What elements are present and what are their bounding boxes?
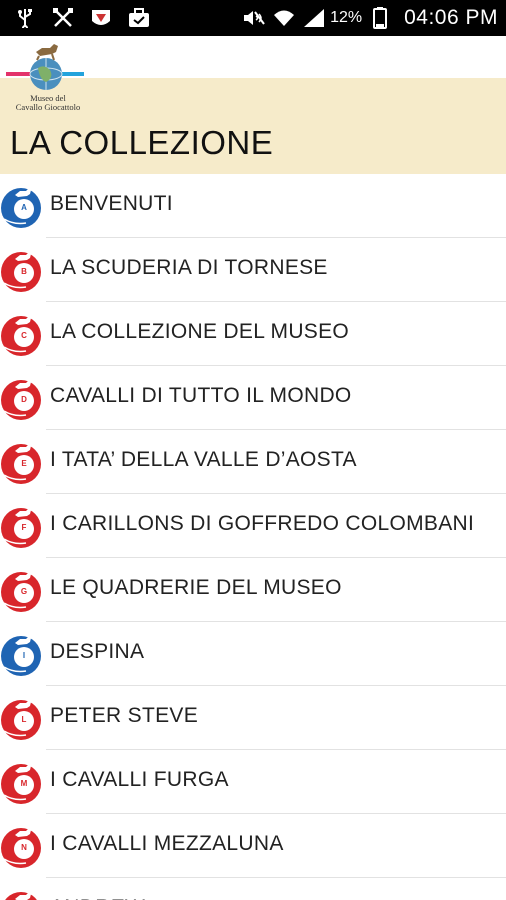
horse-badge-icon: I — [0, 633, 44, 677]
tools-icon — [52, 7, 74, 29]
list-item-label: ANDREW — [50, 896, 145, 900]
horse-badge-icon: O — [0, 889, 44, 900]
badge-letter: M — [20, 779, 28, 788]
horse-badge-icon: C — [0, 313, 44, 357]
badge-letter: E — [21, 459, 27, 468]
briefcase-icon — [128, 7, 150, 29]
list-item[interactable]: D CAVALLI DI TUTTO IL MONDO — [0, 366, 506, 430]
list-item[interactable]: L PETER STEVE — [0, 686, 506, 750]
badge-letter: D — [21, 395, 27, 404]
list-item[interactable]: F I CARILLONS DI GOFFREDO COLOMBANI — [0, 494, 506, 558]
usb-icon — [14, 7, 36, 29]
list-item[interactable]: B LA SCUDERIA DI TORNESE — [0, 238, 506, 302]
status-bar-left — [14, 7, 166, 29]
list-item[interactable]: E I TATA’ DELLA VALLE D’AOSTA — [0, 430, 506, 494]
battery-icon — [368, 7, 392, 29]
list-item[interactable]: M I CAVALLI FURGA — [0, 750, 506, 814]
app-icon — [90, 7, 112, 29]
badge-letter: I — [22, 651, 26, 660]
app-header: Museo del Cavallo Giocattolo — [0, 36, 506, 116]
list-item[interactable]: G LE QUADRERIE DEL MUSEO — [0, 558, 506, 622]
list-item-label: LA SCUDERIA DI TORNESE — [50, 256, 328, 279]
list-item-label: I TATA’ DELLA VALLE D’AOSTA — [50, 448, 357, 471]
horse-badge-icon: E — [0, 441, 44, 485]
badge-letter: C — [21, 331, 27, 340]
horse-badge-icon: L — [0, 697, 44, 741]
horse-badge-icon: A — [0, 185, 44, 229]
list-item[interactable]: I DESPINA — [0, 622, 506, 686]
list-item-label: I CARILLONS DI GOFFREDO COLOMBANI — [50, 512, 475, 535]
list-item[interactable]: O ANDREW — [0, 878, 506, 900]
badge-letter: G — [20, 587, 28, 596]
horse-badge-icon: D — [0, 377, 44, 421]
list-item-label: PETER STEVE — [50, 704, 199, 727]
logo-caption-line2: Cavallo Giocattolo — [15, 102, 81, 112]
list-item-label: BENVENUTI — [50, 192, 173, 215]
badge-letter: L — [21, 715, 27, 724]
badge-letter: F — [21, 523, 27, 532]
list-item-label: DESPINA — [50, 640, 145, 663]
list-item-label: I CAVALLI MEZZALUNA — [50, 832, 284, 855]
horse-badge-icon: G — [0, 569, 44, 613]
horse-badge-icon: B — [0, 249, 44, 293]
badge-letter: A — [21, 203, 27, 212]
list-item-label: LA COLLEZIONE DEL MUSEO — [50, 320, 350, 343]
logo-caption: Museo del Cavallo Giocattolo — [0, 94, 96, 112]
collection-list: A BENVENUTI B LA SCUDERIA DI TORNESE C LA COL… — [0, 174, 506, 900]
list-item[interactable]: N I CAVALLI MEZZALUNA — [0, 814, 506, 878]
list-item-label: CAVALLI DI TUTTO IL MONDO — [50, 384, 352, 407]
badge-letter: N — [21, 843, 27, 852]
list-item[interactable]: C LA COLLEZIONE DEL MUSEO — [0, 302, 506, 366]
badge-letter: B — [21, 267, 27, 276]
horse-badge-icon: F — [0, 505, 44, 549]
wifi-icon — [272, 7, 296, 29]
page-title: LA COLLEZIONE — [10, 124, 274, 161]
status-bar-right: 12% 04:06 PM — [236, 6, 498, 30]
battery-percent: 12% — [330, 9, 363, 26]
list-item-label: LE QUADRERIE DEL MUSEO — [50, 576, 342, 599]
status-bar: 12% 04:06 PM — [0, 0, 506, 36]
signal-icon — [302, 7, 326, 29]
list-item-label: I CAVALLI FURGA — [50, 768, 229, 791]
clock: 04:06 PM — [404, 6, 498, 29]
horse-badge-icon: N — [0, 825, 44, 869]
horse-badge-icon: M — [0, 761, 44, 805]
mute-icon — [242, 7, 266, 29]
list-item[interactable]: A BENVENUTI — [0, 174, 506, 238]
